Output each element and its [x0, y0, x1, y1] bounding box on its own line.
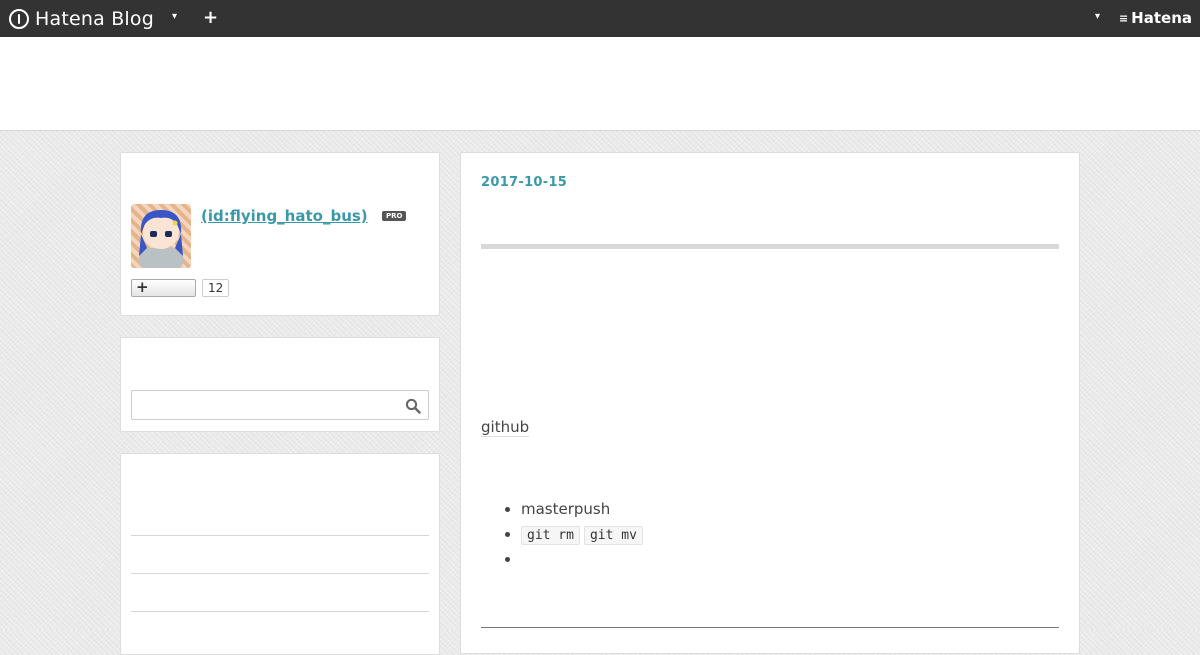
entries-list-module	[120, 453, 440, 655]
entry-bullet-list: masterpush git rmgit mv	[481, 499, 647, 574]
list-item	[521, 549, 647, 574]
avatar-illustration	[139, 210, 183, 268]
entry-date-link[interactable]: 2017-10-15	[481, 175, 567, 190]
account-menu-chevron-icon[interactable]: ▾	[1095, 11, 1100, 22]
hatena-blog-icon	[9, 9, 29, 29]
search-module	[120, 337, 440, 432]
add-icon[interactable]: +	[203, 7, 218, 28]
inline-code: git rm	[521, 526, 580, 545]
list-divider	[131, 611, 429, 612]
global-header: Hatena Blog ▾ + ▾ ≡ Hatena	[0, 0, 1200, 37]
hatena-logo[interactable]: ≡ Hatena	[1119, 9, 1192, 27]
entry-article: 2017-10-15 github masterpush git rmgit m…	[460, 152, 1080, 654]
list-item: masterpush	[521, 499, 647, 524]
profile-id-link[interactable]: (id:flying_hato_bus)	[201, 207, 368, 225]
follower-count: 12	[202, 279, 230, 297]
blog-header	[0, 37, 1200, 131]
inline-code: git mv	[583, 526, 643, 545]
plus-icon: +	[136, 278, 149, 296]
section-divider	[481, 627, 1059, 628]
entry-paragraph-text: github	[481, 418, 530, 437]
entry-paragraph: github	[481, 418, 530, 437]
follow-button[interactable]: +	[131, 278, 196, 297]
brand-text: Hatena Blog	[35, 8, 154, 30]
profile-module: (id:flying_hato_bus) PRO + 12	[120, 152, 440, 316]
avatar[interactable]	[131, 204, 191, 268]
pro-badge: PRO	[382, 211, 407, 221]
hatena-brand-text: Hatena	[1131, 9, 1192, 27]
chevron-down-icon[interactable]: ▾	[172, 11, 177, 22]
list-item: git rmgit mv	[521, 524, 647, 549]
list-divider	[131, 535, 429, 536]
search-input[interactable]	[131, 390, 429, 420]
search-icon[interactable]	[405, 398, 421, 414]
hatena-blog-logo[interactable]: Hatena Blog	[9, 7, 154, 31]
entry-title-divider	[481, 244, 1059, 249]
hatena-wing-icon: ≡	[1118, 11, 1128, 25]
list-item-text: masterpush	[521, 500, 611, 518]
list-divider	[131, 573, 429, 574]
